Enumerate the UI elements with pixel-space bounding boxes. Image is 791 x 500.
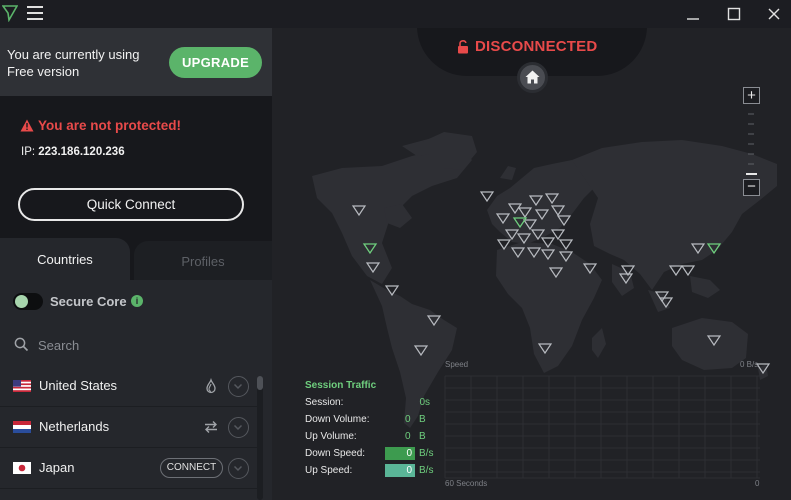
jp-flag-icon	[13, 462, 31, 474]
country-list-scrollbar[interactable]	[257, 376, 263, 500]
hamburger-menu-icon[interactable]	[27, 6, 43, 20]
search-icon	[14, 337, 29, 352]
down-speed-row: Down Speed: 0 B/s	[305, 445, 435, 462]
down-volume-label: Down Volume:	[305, 414, 370, 425]
quick-connect-button[interactable]: Quick Connect	[18, 188, 244, 221]
scrollbar-thumb[interactable]	[257, 376, 263, 390]
secure-core-row: Secure Core i	[0, 280, 272, 324]
p2p-arrows-icon	[205, 421, 217, 433]
up-volume-value: 0	[405, 431, 411, 442]
speed-graph-end: 0	[755, 479, 760, 488]
country-list: United States Netherlands Japan CONNECT	[0, 366, 258, 500]
secure-core-label: Secure Core	[50, 294, 127, 309]
chevron-down-icon	[233, 424, 243, 431]
down-volume-value: 0	[405, 414, 411, 425]
session-row: Session: 0s	[305, 394, 435, 411]
info-icon[interactable]: i	[131, 295, 143, 307]
up-speed-label: Up Speed:	[305, 465, 353, 476]
zoom-in-button[interactable]: +	[743, 87, 760, 104]
up-speed-row: Up Speed: 0 B/s	[305, 462, 435, 479]
up-volume-row: Up Volume: 0 B	[305, 428, 435, 445]
session-value: 0s	[419, 397, 430, 408]
protection-warning: You are not protected!	[20, 118, 181, 133]
ip-label: IP:	[21, 146, 36, 158]
plan-banner: You are currently using Free version UPG…	[0, 28, 272, 96]
chevron-down-icon	[233, 383, 243, 390]
connection-status: DISCONNECTED	[457, 38, 597, 55]
protection-status-panel: You are not protected! IP: 223.186.120.2…	[0, 96, 272, 238]
country-row-japan[interactable]: Japan CONNECT	[0, 448, 258, 489]
country-name: Netherlands	[39, 419, 110, 434]
us-flag-icon	[13, 380, 31, 392]
tor-onion-icon	[206, 378, 216, 394]
maximize-icon[interactable]	[726, 6, 742, 22]
zoom-slider-handle[interactable]	[746, 173, 757, 175]
session-traffic-panel: Session Traffic Session: 0s Down Volume:…	[305, 377, 435, 479]
down-volume-row: Down Volume: 0 B	[305, 411, 435, 428]
expand-country-button[interactable]	[228, 417, 249, 438]
up-speed-unit: B/s	[419, 465, 434, 476]
up-volume-unit: B	[419, 431, 426, 442]
up-volume-label: Up Volume:	[305, 431, 357, 442]
country-row-united-states[interactable]: United States	[0, 366, 258, 407]
minimize-icon[interactable]	[685, 6, 701, 22]
speed-graph-start: 60 Seconds	[445, 479, 488, 488]
home-button[interactable]	[517, 62, 548, 93]
country-row-netherlands[interactable]: Netherlands	[0, 407, 258, 448]
warning-text: You are not protected!	[38, 118, 182, 133]
nl-flag-icon	[13, 421, 31, 433]
close-icon[interactable]	[766, 6, 782, 22]
sidebar-tabs: Countries Profiles	[0, 238, 272, 280]
session-label: Session:	[305, 397, 344, 408]
expand-country-button[interactable]	[228, 376, 249, 397]
down-volume-unit: B	[419, 414, 426, 425]
title-bar	[0, 0, 791, 28]
connect-button[interactable]: CONNECT	[160, 458, 223, 478]
search-input[interactable]	[38, 335, 238, 355]
tab-profiles[interactable]: Profiles	[134, 241, 272, 280]
zoom-out-button[interactable]: −	[743, 179, 760, 196]
tab-countries[interactable]: Countries	[0, 238, 130, 280]
upgrade-button[interactable]: UPGRADE	[169, 47, 262, 78]
chevron-down-icon	[233, 465, 243, 472]
country-name: United States	[39, 378, 118, 393]
down-speed-unit: B/s	[419, 448, 434, 459]
session-traffic-title: Session Traffic	[305, 380, 377, 391]
expand-country-button[interactable]	[228, 458, 249, 479]
down-speed-value: 0	[385, 447, 415, 460]
down-speed-label: Down Speed:	[305, 448, 366, 459]
speed-graph-max: 0 B/s	[740, 360, 759, 369]
unlocked-padlock-icon	[458, 39, 468, 53]
secure-core-toggle[interactable]	[13, 293, 43, 310]
protonvpn-logo-icon	[2, 5, 18, 22]
plan-text: You are currently using Free version	[7, 47, 140, 79]
search-bar	[0, 324, 272, 366]
home-icon	[525, 70, 540, 84]
ip-value: 223.186.120.236	[38, 146, 125, 158]
connection-status-text: DISCONNECTED	[475, 38, 598, 55]
ip-address: IP: 223.186.120.236	[21, 146, 125, 158]
speed-graph-title: Speed	[445, 360, 469, 369]
up-speed-value: 0	[385, 464, 415, 477]
country-name: Japan	[39, 460, 75, 475]
warning-triangle-icon	[20, 119, 34, 132]
